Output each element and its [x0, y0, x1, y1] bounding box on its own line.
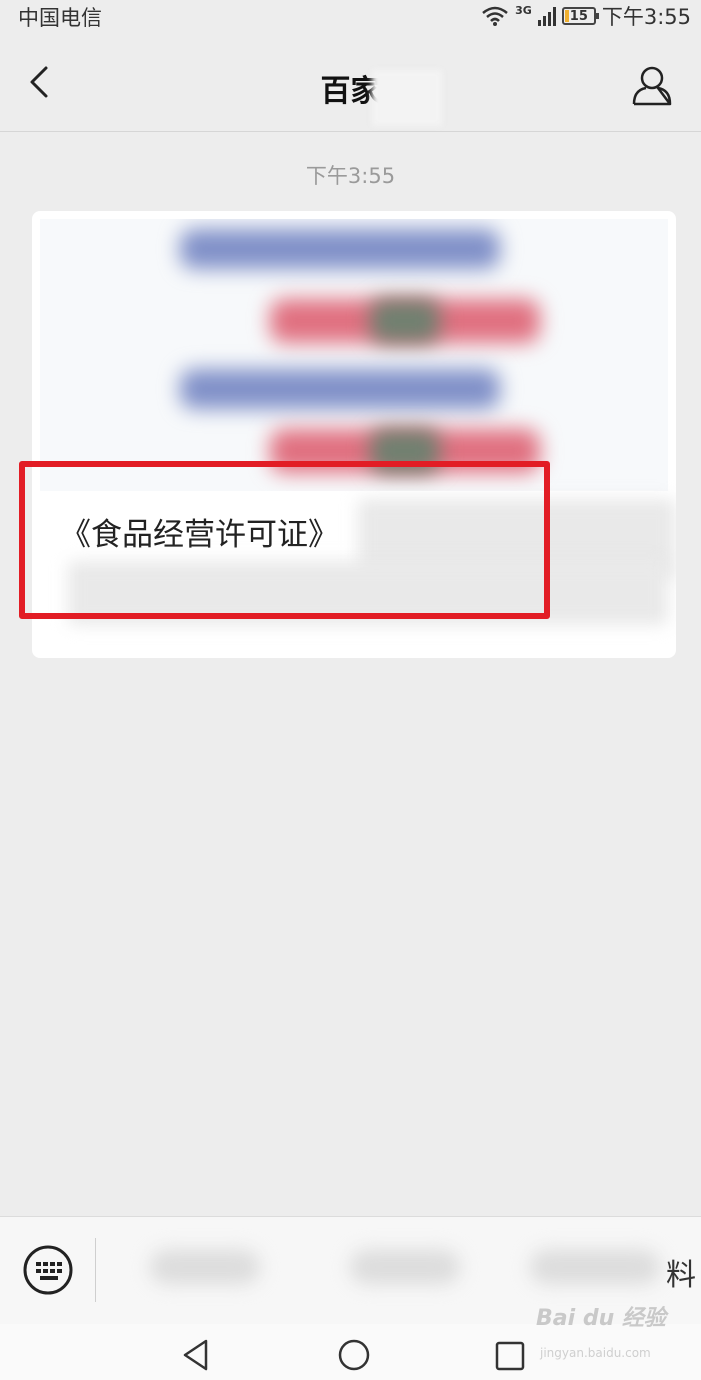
battery-icon: 15 — [561, 7, 599, 25]
article-cover-image — [40, 219, 668, 491]
status-bar: 中国电信 3G 15 下午3:55 — [0, 0, 701, 32]
battery-fill — [564, 10, 570, 22]
baidu-watermark-url: jingyan.baidu.com — [540, 1346, 651, 1360]
cover-blur-block — [370, 299, 440, 343]
carrier-label: 中国电信 — [18, 6, 102, 30]
highlight-box — [19, 461, 550, 619]
menu-divider — [95, 1238, 96, 1302]
cover-blur-block — [180, 369, 500, 409]
cover-blur-block — [180, 229, 500, 269]
wifi-icon — [482, 6, 508, 26]
status-time: 下午3:55 — [601, 5, 691, 29]
title-redaction — [372, 70, 442, 126]
menu-item[interactable] — [150, 1250, 260, 1284]
chevron-left-icon[interactable] — [22, 62, 62, 102]
network-type-label: 3G — [515, 3, 532, 17]
person-icon[interactable] — [628, 64, 676, 108]
menu-item[interactable] — [350, 1250, 460, 1284]
page-title: 百家 — [320, 74, 381, 109]
signal-icon — [537, 7, 556, 26]
nav-bar: 百家 — [0, 32, 701, 132]
keyboard-icon[interactable] — [22, 1244, 74, 1296]
message-timestamp: 下午3:55 — [305, 164, 396, 188]
menu-item[interactable] — [530, 1250, 660, 1284]
baidu-watermark: Bai du 经验 — [536, 1306, 666, 1331]
home-circle-icon[interactable] — [337, 1338, 371, 1372]
status-icons: 3G 15 下午3:55 — [481, 2, 691, 30]
battery-level: 15 — [569, 8, 588, 24]
back-triangle-icon[interactable] — [180, 1338, 212, 1372]
recents-square-icon[interactable] — [494, 1340, 526, 1372]
menu-item-tail[interactable]: 料 — [666, 1250, 696, 1294]
